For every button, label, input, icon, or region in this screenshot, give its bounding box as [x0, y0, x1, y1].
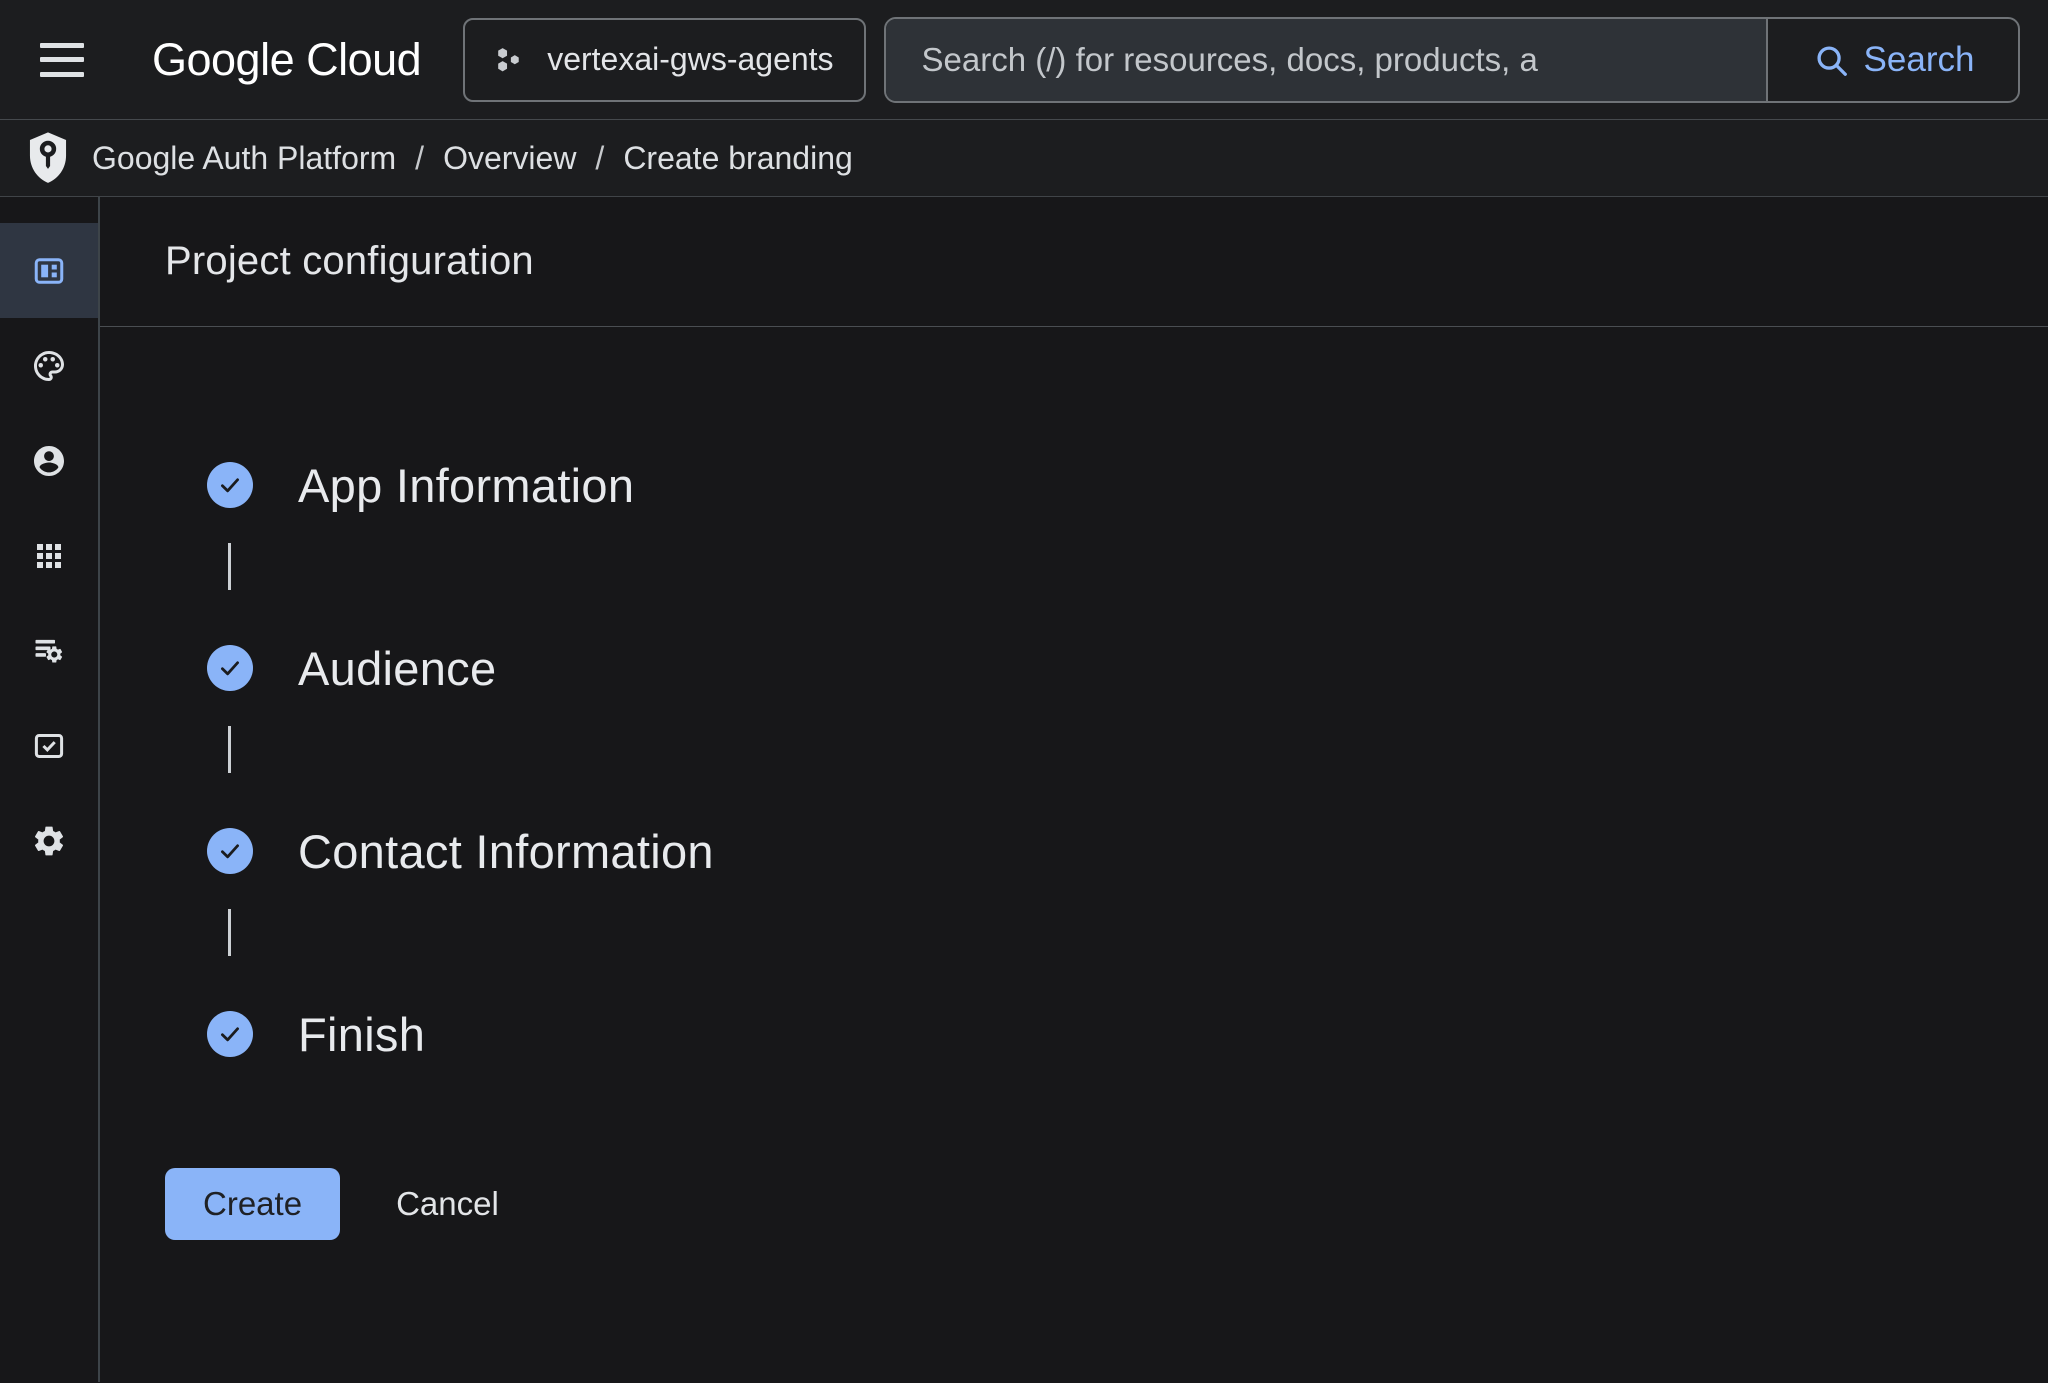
breadcrumb-item-overview[interactable]: Overview: [443, 140, 576, 177]
step-app-information[interactable]: App Information: [207, 457, 2048, 513]
person-icon: [31, 443, 67, 479]
sidebar-item-clients[interactable]: [0, 508, 98, 603]
checkbox-check-icon: [31, 728, 67, 764]
page-title: Project configuration: [165, 239, 534, 284]
sidebar-item-overview[interactable]: [0, 223, 98, 318]
search-button-label: Search: [1864, 40, 1975, 80]
step-connector: [228, 726, 231, 773]
sidebar-item-branding[interactable]: [0, 318, 98, 413]
list-settings-icon: [31, 633, 67, 669]
step-complete-check-icon: [207, 645, 253, 691]
step-label: Finish: [298, 1007, 425, 1062]
google-cloud-logo: Google Cloud: [152, 34, 421, 86]
sidebar-item-data-access[interactable]: [0, 603, 98, 698]
step-audience[interactable]: Audience: [207, 640, 2048, 696]
apps-grid-icon: [31, 538, 67, 574]
palette-icon: [31, 348, 67, 384]
search-icon: [1812, 41, 1850, 79]
title-row: Project configuration: [100, 197, 2048, 327]
logo-text-cloud: Cloud: [306, 34, 421, 85]
breadcrumb-item-google-auth-platform[interactable]: Google Auth Platform: [92, 140, 396, 177]
step-finish[interactable]: Finish: [207, 1006, 2048, 1062]
gear-icon: [31, 823, 67, 859]
stepper: App Information Audience Contact Informa…: [207, 327, 2048, 1062]
step-connector: [228, 909, 231, 956]
search-input[interactable]: [886, 19, 1766, 101]
main-content: Project configuration App Information Au…: [100, 197, 2048, 1382]
step-label: Contact Information: [298, 824, 714, 879]
project-selector[interactable]: vertexai-gws-agents: [463, 18, 865, 102]
sidebar-item-settings[interactable]: [0, 793, 98, 888]
create-button[interactable]: Create: [165, 1168, 340, 1240]
step-complete-check-icon: [207, 462, 253, 508]
step-contact-information[interactable]: Contact Information: [207, 823, 2048, 879]
breadcrumb: Google Auth Platform / Overview / Create…: [92, 140, 853, 177]
cancel-button[interactable]: Cancel: [396, 1185, 499, 1223]
step-complete-check-icon: [207, 828, 253, 874]
breadcrumb-item-create-branding: Create branding: [623, 140, 852, 177]
step-label: Audience: [298, 641, 496, 696]
hamburger-menu-button[interactable]: [40, 40, 86, 80]
breadcrumb-separator: /: [415, 140, 424, 177]
sidebar-nav: [0, 197, 100, 1382]
breadcrumb-bar: Google Auth Platform / Overview / Create…: [0, 120, 2048, 197]
step-connector: [228, 543, 231, 590]
auth-platform-shield-key-icon: [29, 129, 67, 187]
sidebar-item-verification-center[interactable]: [0, 698, 98, 793]
sidebar-item-audience[interactable]: [0, 413, 98, 508]
logo-text-google: Google: [152, 34, 294, 85]
top-bar: Google Cloud vertexai-gws-agents Search: [0, 0, 2048, 120]
search-button[interactable]: Search: [1766, 19, 2018, 101]
project-hexagons-icon: [491, 43, 525, 77]
step-complete-check-icon: [207, 1011, 253, 1057]
search-bar: Search: [884, 17, 2020, 103]
form-actions: Create Cancel: [165, 1168, 2048, 1240]
step-label: App Information: [298, 458, 634, 513]
project-selector-label: vertexai-gws-agents: [547, 41, 833, 78]
breadcrumb-separator: /: [595, 140, 604, 177]
dashboard-overview-icon: [31, 253, 67, 289]
page-body: Project configuration App Information Au…: [0, 197, 2048, 1382]
